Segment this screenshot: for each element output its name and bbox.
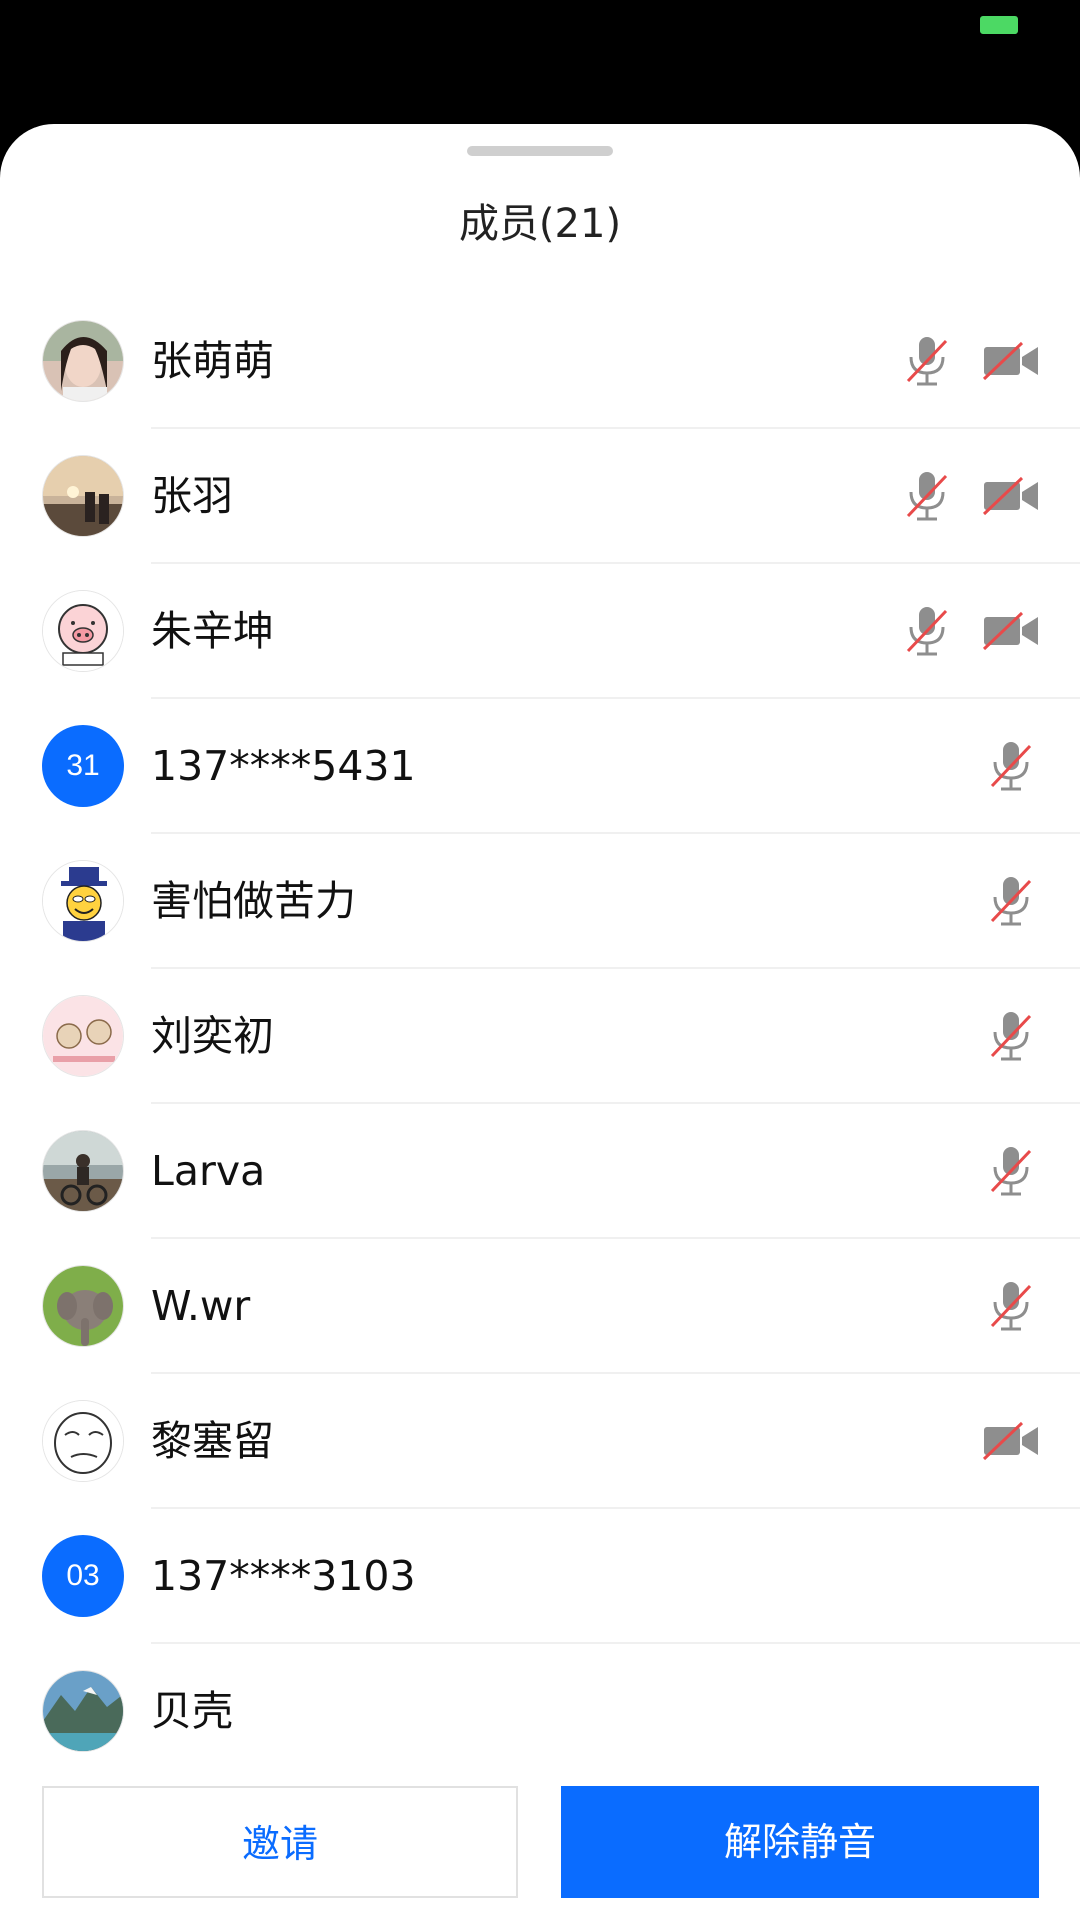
avatar xyxy=(42,455,124,537)
member-name: 朱辛坤 xyxy=(151,607,274,655)
mic-muted-icon xyxy=(896,600,958,662)
camera-off-icon xyxy=(980,465,1042,527)
avatar: 31 xyxy=(42,725,124,807)
camera-off-icon xyxy=(980,600,1042,662)
member-status-icons xyxy=(958,1408,1042,1474)
member-status-icons xyxy=(958,868,1042,934)
battery-icon xyxy=(980,16,1018,34)
member-name: 黎塞留 xyxy=(151,1417,274,1465)
member-name: 张萌萌 xyxy=(151,337,274,385)
member-name: 刘奕初 xyxy=(151,1012,274,1060)
avatar: 03 xyxy=(42,1535,124,1617)
member-status-icons xyxy=(958,1003,1042,1069)
mic-muted-icon xyxy=(980,735,1042,797)
sheet-footer: 邀请 解除静音 xyxy=(0,1776,1080,1920)
mic-muted-icon xyxy=(896,330,958,392)
avatar xyxy=(42,1670,124,1752)
avatar xyxy=(42,860,124,942)
avatar xyxy=(42,590,124,672)
member-status-icons xyxy=(958,1138,1042,1204)
member-status-icons xyxy=(874,598,1042,664)
member-status-icons xyxy=(958,733,1042,799)
member-list: 张萌萌 张羽 朱辛坤 31 137****5431 害怕做苦力 刘奕初 Larv… xyxy=(0,294,1080,1779)
member-name: 贝壳 xyxy=(151,1687,233,1735)
member-row[interactable]: 贝壳 xyxy=(0,1644,1080,1779)
member-row[interactable]: 黎塞留 xyxy=(0,1374,1080,1509)
camera-off-icon xyxy=(980,330,1042,392)
mic-muted-icon xyxy=(980,1005,1042,1067)
camera-off-icon xyxy=(980,1410,1042,1472)
mic-muted-icon xyxy=(980,870,1042,932)
members-sheet: 成员(21) 张萌萌 张羽 朱辛坤 31 137****5431 害怕做苦力 刘… xyxy=(0,124,1080,1920)
unmute-button[interactable]: 解除静音 xyxy=(561,1786,1039,1898)
member-row[interactable]: 03 137****3103 xyxy=(0,1509,1080,1644)
member-row[interactable]: 31 137****5431 xyxy=(0,699,1080,834)
avatar xyxy=(42,1400,124,1482)
member-name: Larva xyxy=(151,1147,266,1195)
member-row[interactable]: 张羽 xyxy=(0,429,1080,564)
avatar xyxy=(42,320,124,402)
mic-muted-icon xyxy=(980,1275,1042,1337)
member-status-icons xyxy=(958,1273,1042,1339)
member-row[interactable]: 刘奕初 xyxy=(0,969,1080,1104)
member-status-icons xyxy=(874,463,1042,529)
member-row[interactable]: W.wr xyxy=(0,1239,1080,1374)
mic-muted-icon xyxy=(980,1140,1042,1202)
sheet-title: 成员(21) xyxy=(458,201,622,247)
avatar xyxy=(42,995,124,1077)
member-name: 害怕做苦力 xyxy=(151,877,356,925)
member-name: 张羽 xyxy=(151,472,233,520)
invite-button[interactable]: 邀请 xyxy=(42,1786,518,1898)
member-name: W.wr xyxy=(151,1282,251,1330)
member-status-icons xyxy=(874,328,1042,394)
member-row[interactable]: Larva xyxy=(0,1104,1080,1239)
member-name: 137****5431 xyxy=(151,742,416,790)
member-row[interactable]: 张萌萌 xyxy=(0,294,1080,429)
mic-muted-icon xyxy=(896,465,958,527)
member-row[interactable]: 害怕做苦力 xyxy=(0,834,1080,969)
avatar xyxy=(42,1130,124,1212)
sheet-grabber[interactable] xyxy=(467,146,613,156)
status-bar xyxy=(0,0,1080,125)
member-name: 137****3103 xyxy=(151,1552,416,1600)
member-row[interactable]: 朱辛坤 xyxy=(0,564,1080,699)
avatar xyxy=(42,1265,124,1347)
